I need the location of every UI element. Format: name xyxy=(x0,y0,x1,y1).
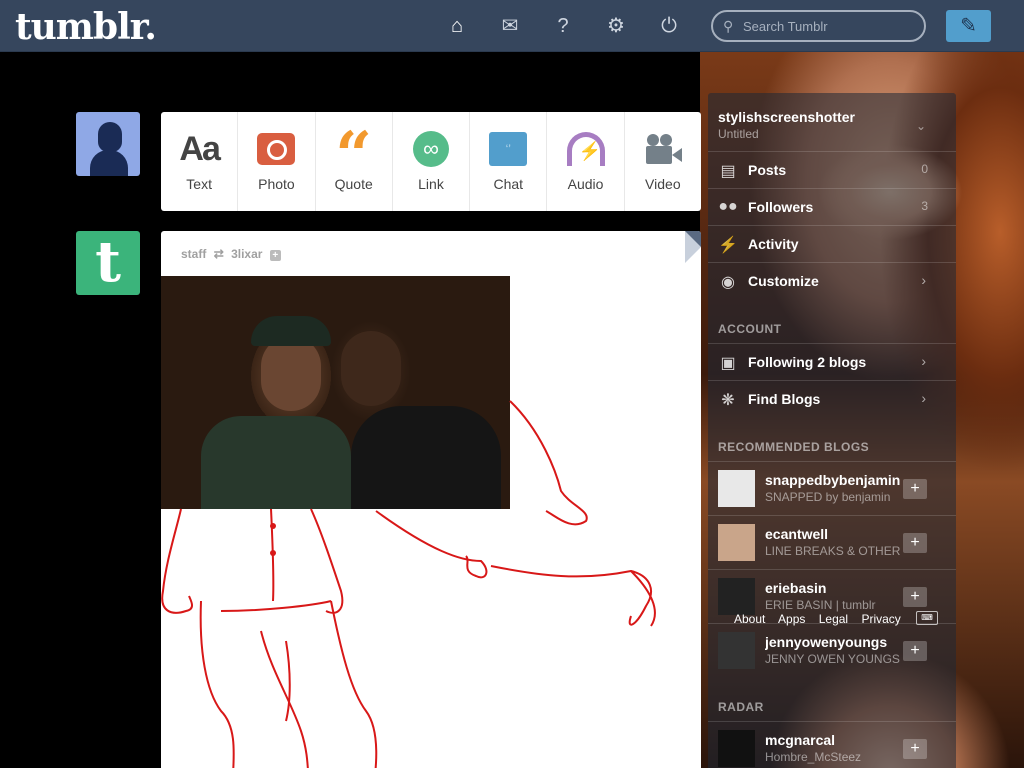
recommended-heading: RECOMMENDED BLOGS xyxy=(718,440,870,454)
sidebar-item-find-blogs[interactable]: ❋ Find Blogs › xyxy=(708,380,956,417)
post-type-bar: Aa Text Photo “ Quote ∞ Link ‘’ Chat Aud… xyxy=(161,112,701,211)
post-type-link[interactable]: ∞ Link xyxy=(393,112,471,211)
compass-icon: ❋ xyxy=(721,392,735,409)
sidebar-item-label: Followers xyxy=(748,199,814,215)
post-type-audio[interactable]: Audio xyxy=(547,112,625,211)
post-type-label: Audio xyxy=(567,176,604,192)
recommended-blog-title: JENNY OWEN YOUNGS xyxy=(765,652,900,666)
follow-button[interactable]: + xyxy=(903,479,927,499)
dashboard-sidebar: stylishscreenshotter Untitled ⌄ ▤ Posts … xyxy=(708,93,956,768)
photo-icon xyxy=(257,133,296,165)
post-type-label: Quote xyxy=(334,176,373,192)
eye-icon: ◉ xyxy=(721,274,735,291)
post-type-label: Chat xyxy=(493,176,524,192)
quote-icon: “ xyxy=(335,118,373,193)
gear-icon[interactable]: ⚙ xyxy=(604,14,628,38)
recommended-blog[interactable]: snappedbybenjamin SNAPPED by benjamin + xyxy=(708,461,956,515)
post-type-label: Video xyxy=(645,176,681,192)
radar-heading: RADAR xyxy=(718,700,764,714)
help-icon[interactable]: ? xyxy=(551,14,575,38)
chat-icon: ‘’ xyxy=(489,132,528,166)
blog-subtitle: Untitled xyxy=(718,127,759,141)
mail-icon[interactable]: ✉ xyxy=(498,14,522,38)
chevron-right-icon: › xyxy=(921,353,926,369)
blog-avatar xyxy=(718,730,755,767)
top-header: tumblr. ⌂ ✉ ? ⚙ ⏻ ⚲ ✎ xyxy=(0,0,1024,52)
chevron-right-icon: › xyxy=(921,390,926,406)
search-icon: ⚲ xyxy=(723,18,734,34)
recommended-blog-title: ERIE BASIN | tumblr xyxy=(765,598,876,612)
activity-icon: ⚡ xyxy=(718,237,738,254)
blog-avatar xyxy=(718,578,755,615)
sidebar-item-posts[interactable]: ▤ Posts 0 xyxy=(708,151,956,188)
sidebar-item-label: Activity xyxy=(748,236,799,252)
chevron-down-icon[interactable]: ⌄ xyxy=(916,119,926,133)
blog-avatar xyxy=(718,470,755,507)
blog-name: stylishscreenshotter xyxy=(718,109,855,125)
post-type-label: Link xyxy=(418,176,444,192)
sidebar-item-label: Posts xyxy=(748,162,787,178)
search-box: ⚲ xyxy=(711,10,926,42)
post-type-label: Text xyxy=(186,176,212,192)
power-icon[interactable]: ⏻ xyxy=(657,14,681,38)
recommended-blog-name: snappedbybenjamin xyxy=(765,472,901,488)
sidebar-item-label: Following 2 blogs xyxy=(748,354,867,370)
recommended-blog[interactable]: jennyowenyoungs JENNY OWEN YOUNGS + xyxy=(708,623,956,677)
radar-blog-title: Hombre_McSteez xyxy=(765,750,862,764)
sidebar-item-activity[interactable]: ⚡ Activity xyxy=(708,225,956,262)
sidebar-item-label: Customize xyxy=(748,273,819,289)
post-type-chat[interactable]: ‘’ Chat xyxy=(470,112,548,211)
recommended-blog-title: LINE BREAKS & OTHER xyxy=(765,544,901,558)
recommended-blog-title: SNAPPED by benjamin xyxy=(765,490,891,504)
recommended-blog-name: jennyowenyoungs xyxy=(765,634,888,650)
red-doodle-drawing xyxy=(161,400,656,768)
dashboard-post: staff ⇄ 3lixar + xyxy=(161,231,701,768)
follow-button[interactable]: + xyxy=(903,533,927,553)
radar-blog[interactable]: mcgnarcal Hombre_McSteez + xyxy=(708,721,956,768)
user-avatar[interactable] xyxy=(76,112,140,176)
post-type-text[interactable]: Aa Text xyxy=(161,112,239,211)
follow-button[interactable]: + xyxy=(903,641,927,661)
link-icon: ∞ xyxy=(412,131,449,167)
follow-button[interactable]: + xyxy=(903,587,927,607)
post-type-label: Photo xyxy=(258,176,295,192)
recommended-blog-name: ecantwell xyxy=(765,526,829,542)
post-type-quote[interactable]: “ Quote xyxy=(316,112,393,211)
home-icon[interactable]: ⌂ xyxy=(445,14,469,38)
sidebar-item-followers[interactable]: ●● Followers 3 xyxy=(708,188,956,225)
sidebar-item-following[interactable]: ▣ Following 2 blogs › xyxy=(708,343,956,380)
staff-avatar[interactable]: t xyxy=(76,231,140,295)
blog-avatar xyxy=(718,524,755,561)
followers-icon: ●● xyxy=(718,198,738,215)
post-type-photo[interactable]: Photo xyxy=(238,112,316,211)
followers-count: 3 xyxy=(921,199,928,213)
blog-avatar xyxy=(718,632,755,669)
video-icon xyxy=(644,134,682,164)
recommended-blog-name: eriebasin xyxy=(765,580,827,596)
compose-button[interactable]: ✎ xyxy=(946,10,991,42)
audio-icon xyxy=(566,132,605,166)
search-input[interactable] xyxy=(743,17,918,35)
radar-blog-name: mcgnarcal xyxy=(765,732,836,748)
chevron-right-icon: › xyxy=(921,272,926,288)
following-icon: ▣ xyxy=(720,355,736,372)
sidebar-item-customize[interactable]: ◉ Customize › xyxy=(708,262,956,299)
recommended-blog[interactable]: ecantwell LINE BREAKS & OTHER + xyxy=(708,515,956,569)
sidebar-item-label: Find Blogs xyxy=(748,391,821,407)
blog-switcher[interactable]: stylishscreenshotter Untitled xyxy=(718,109,855,141)
follow-button[interactable]: + xyxy=(903,739,927,759)
account-heading: ACCOUNT xyxy=(718,322,782,336)
posts-icon: ▤ xyxy=(720,163,736,180)
posts-count: 0 xyxy=(921,162,928,176)
text-icon: Aa xyxy=(179,129,220,168)
post-type-video[interactable]: Video xyxy=(625,112,701,211)
tumblr-logo[interactable]: tumblr. xyxy=(15,6,157,48)
